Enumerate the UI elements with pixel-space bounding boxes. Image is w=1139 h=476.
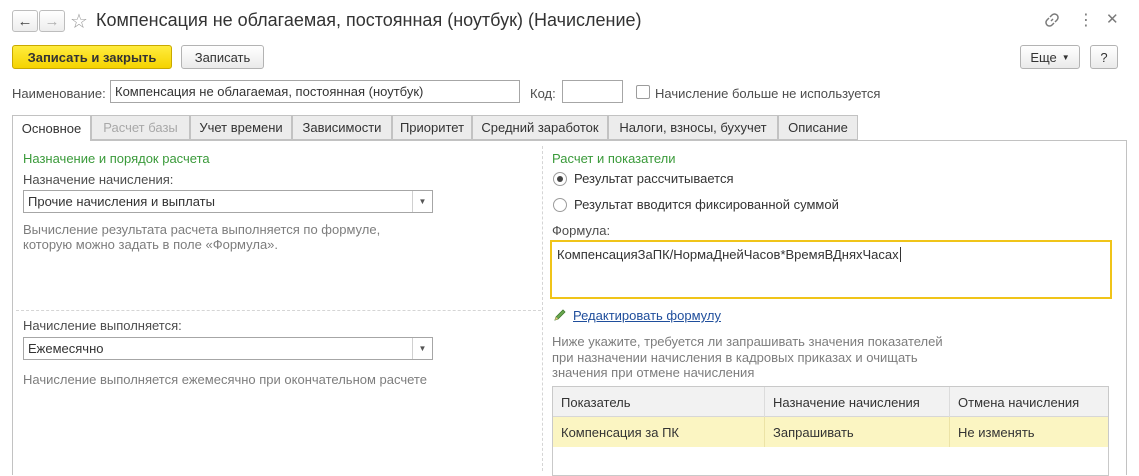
column-header-cancel[interactable]: Отмена начисления bbox=[950, 387, 1108, 417]
name-field[interactable]: Компенсация не облагаемая, постоянная (н… bbox=[110, 80, 520, 103]
right-section-title: Расчет и показатели bbox=[552, 151, 676, 166]
table-row[interactable]: Компенсация за ПК Запрашивать Не изменят… bbox=[553, 417, 1108, 447]
column-divider bbox=[542, 146, 543, 471]
window-title: Компенсация не облагаемая, постоянная (н… bbox=[96, 10, 642, 30]
dropdown-arrow-icon[interactable]: ▼ bbox=[412, 338, 432, 359]
unused-label: Начисление больше не используется bbox=[655, 86, 881, 101]
radio-calculated[interactable] bbox=[553, 172, 567, 186]
chevron-down-icon: ▼ bbox=[1061, 52, 1070, 62]
tab-time-tracking[interactable]: Учет времени bbox=[190, 115, 292, 140]
column-header-assign[interactable]: Назначение начисления bbox=[765, 387, 950, 417]
left-divider bbox=[16, 310, 541, 311]
formula-input[interactable]: КомпенсацияЗаПК/НормаДнейЧасов*ВремяВДня… bbox=[550, 240, 1112, 299]
column-header-indicator[interactable]: Показатель bbox=[553, 387, 765, 417]
exec-select[interactable]: Ежемесячно ▼ bbox=[23, 337, 433, 360]
name-label: Наименование: bbox=[12, 86, 106, 101]
save-button[interactable]: Записать bbox=[181, 45, 264, 69]
dropdown-arrow-icon[interactable]: ▼ bbox=[412, 191, 432, 212]
formula-label: Формула: bbox=[552, 223, 611, 238]
arrow-left-icon: ← bbox=[17, 12, 33, 30]
text-cursor: ​ bbox=[899, 247, 901, 262]
tab-dependencies[interactable]: Зависимости bbox=[292, 115, 392, 140]
tab-base-calc[interactable]: Расчет базы bbox=[91, 115, 190, 140]
purpose-hint: Вычисление результата расчета выполняетс… bbox=[23, 222, 381, 252]
table-cell-cancel[interactable]: Не изменять bbox=[950, 417, 1108, 447]
tab-taxes[interactable]: Налоги, взносы, бухучет bbox=[608, 115, 778, 140]
table-cell-assign[interactable]: Запрашивать bbox=[765, 417, 950, 447]
radio-fixed-label: Результат вводится фиксированной суммой bbox=[574, 197, 839, 212]
tab-priority[interactable]: Приоритет bbox=[392, 115, 472, 140]
tab-average-earnings[interactable]: Средний заработок bbox=[472, 115, 608, 140]
more-actions-icon[interactable]: ⋮ bbox=[1078, 10, 1094, 30]
exec-label: Начисление выполняется: bbox=[23, 318, 182, 333]
tab-main[interactable]: Основное bbox=[12, 115, 91, 141]
save-and-close-button[interactable]: Записать и закрыть bbox=[12, 45, 172, 69]
table-header: Показатель Назначение начисления Отмена … bbox=[553, 387, 1108, 417]
favorite-star-icon[interactable]: ☆ bbox=[70, 9, 88, 34]
radio-calculated-label: Результат рассчитывается bbox=[574, 171, 734, 186]
close-icon[interactable]: ✕ bbox=[1106, 10, 1119, 28]
help-button[interactable]: ? bbox=[1090, 45, 1118, 69]
more-button[interactable]: Еще ▼ bbox=[1020, 45, 1080, 69]
indicators-table: Показатель Назначение начисления Отмена … bbox=[552, 386, 1109, 476]
purpose-label: Назначение начисления: bbox=[23, 172, 174, 187]
left-section-title: Назначение и порядок расчета bbox=[23, 151, 210, 166]
pencil-icon[interactable] bbox=[553, 308, 567, 325]
table-cell-indicator[interactable]: Компенсация за ПК bbox=[553, 417, 765, 447]
formula-text: КомпенсацияЗаПК/НормаДнейЧасов*ВремяВДня… bbox=[557, 247, 899, 262]
exec-hint: Начисление выполняется ежемесячно при ок… bbox=[23, 372, 427, 387]
exec-select-value: Ежемесячно bbox=[28, 341, 104, 356]
purpose-select[interactable]: Прочие начисления и выплаты ▼ bbox=[23, 190, 433, 213]
code-field[interactable] bbox=[562, 80, 623, 103]
purpose-select-value: Прочие начисления и выплаты bbox=[28, 194, 215, 209]
indicators-hint: Ниже укажите, требуется ли запрашивать з… bbox=[552, 334, 943, 380]
back-button[interactable]: ← bbox=[12, 10, 38, 32]
forward-button[interactable]: → bbox=[39, 10, 65, 32]
tab-description[interactable]: Описание bbox=[778, 115, 858, 140]
unused-checkbox[interactable] bbox=[636, 85, 650, 99]
radio-fixed[interactable] bbox=[553, 198, 567, 212]
link-icon[interactable] bbox=[1044, 12, 1060, 31]
more-label: Еще bbox=[1030, 49, 1057, 65]
radio-selected-dot bbox=[557, 176, 563, 182]
code-label: Код: bbox=[530, 86, 556, 101]
arrow-right-icon: → bbox=[44, 12, 60, 30]
edit-formula-link[interactable]: Редактировать формулу bbox=[573, 308, 721, 323]
